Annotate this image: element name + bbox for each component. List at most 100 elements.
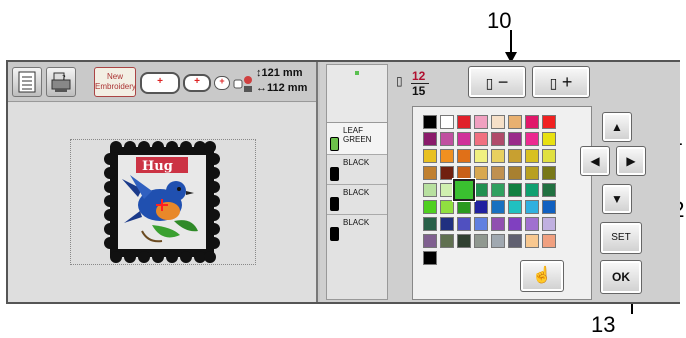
color-swatch[interactable]	[542, 149, 556, 163]
thread-row[interactable]: BLACK	[327, 155, 387, 185]
color-swatch[interactable]	[474, 166, 488, 180]
color-swatch[interactable]	[423, 200, 437, 214]
color-swatch[interactable]	[423, 217, 437, 231]
color-swatch[interactable]	[542, 132, 556, 146]
color-swatch[interactable]	[542, 183, 556, 197]
color-swatch[interactable]	[474, 217, 488, 231]
color-swatch[interactable]	[423, 115, 437, 129]
color-swatch[interactable]	[525, 217, 539, 231]
color-swatch[interactable]	[491, 132, 505, 146]
thread-row[interactable]: BLACK	[327, 185, 387, 215]
color-swatch[interactable]	[440, 115, 454, 129]
color-swatch[interactable]	[440, 234, 454, 248]
new-embroidery-button[interactable]: New Embroidery	[94, 67, 136, 97]
set-button[interactable]: SET	[600, 222, 642, 254]
hand-scroll-button[interactable]: ☝	[520, 260, 564, 292]
minus-label: −	[497, 72, 509, 92]
color-swatch[interactable]	[525, 200, 539, 214]
color-swatch[interactable]	[440, 200, 454, 214]
hoop-size-large[interactable]: +	[140, 72, 180, 94]
color-swatch[interactable]	[508, 115, 522, 129]
plus-label: +	[561, 72, 573, 92]
color-swatch[interactable]	[542, 115, 556, 129]
color-swatch[interactable]	[542, 234, 556, 248]
design-canvas[interactable]: Hug	[8, 103, 316, 302]
spool-icon: ▯	[485, 75, 494, 91]
spool-icon: ▯	[549, 75, 558, 91]
color-swatch[interactable]	[491, 115, 505, 129]
color-swatch[interactable]	[508, 200, 522, 214]
color-swatch[interactable]	[457, 217, 471, 231]
color-swatch[interactable]	[491, 234, 505, 248]
color-swatch[interactable]	[457, 200, 471, 214]
color-swatch[interactable]	[542, 217, 556, 231]
arrow-down-icon: ▼	[611, 192, 623, 206]
color-swatch[interactable]	[491, 149, 505, 163]
color-swatch[interactable]	[440, 183, 454, 197]
list-icon	[18, 71, 36, 93]
thread-row[interactable]: BLACK	[327, 215, 387, 245]
color-swatch[interactable]	[474, 132, 488, 146]
color-swatch[interactable]	[508, 217, 522, 231]
embroidery-machine-screen: ? New Embroidery + + + ↕121 mm ↔112 mm H…	[6, 60, 680, 304]
previous-color-button[interactable]: ▯ −	[468, 66, 526, 98]
move-down-button[interactable]: ▼	[602, 184, 632, 214]
thread-name: LEAF GREEN	[343, 126, 372, 144]
color-swatch[interactable]	[440, 149, 454, 163]
machine-icon: ?	[51, 72, 71, 92]
color-swatch[interactable]	[525, 183, 539, 197]
machine-settings-button[interactable]: ?	[46, 67, 76, 97]
hoop-size-small[interactable]: +	[214, 76, 230, 90]
color-swatch[interactable]	[491, 166, 505, 180]
color-swatch[interactable]	[474, 149, 488, 163]
color-swatch[interactable]	[508, 149, 522, 163]
color-swatch[interactable]	[457, 132, 471, 146]
color-swatch[interactable]	[474, 200, 488, 214]
color-swatch[interactable]	[423, 166, 437, 180]
color-swatch[interactable]	[457, 115, 471, 129]
color-swatch[interactable]	[457, 166, 471, 180]
move-up-button[interactable]: ▲	[602, 112, 632, 142]
color-swatch[interactable]	[423, 183, 437, 197]
color-counter: ▯ 12 15	[394, 68, 454, 98]
plus-icon: +	[194, 76, 200, 87]
preview-panel: ? New Embroidery + + + ↕121 mm ↔112 mm H…	[8, 62, 318, 302]
color-swatch[interactable]	[491, 217, 505, 231]
next-color-button[interactable]: ▯ +	[532, 66, 590, 98]
color-swatch[interactable]	[423, 149, 437, 163]
spool-icon	[330, 227, 339, 241]
color-swatch[interactable]	[525, 234, 539, 248]
thread-row[interactable]: LEAF GREEN	[327, 123, 387, 155]
color-swatch[interactable]	[457, 149, 471, 163]
color-swatch[interactable]	[525, 115, 539, 129]
color-swatch[interactable]	[474, 183, 488, 197]
move-right-button[interactable]: ▶	[616, 146, 646, 176]
color-swatch[interactable]	[508, 132, 522, 146]
color-swatch[interactable]	[542, 200, 556, 214]
color-swatch[interactable]	[474, 115, 488, 129]
color-swatch[interactable]	[525, 149, 539, 163]
hoop-size-medium[interactable]: +	[183, 74, 211, 92]
color-swatch[interactable]	[423, 132, 437, 146]
move-left-button[interactable]: ◀	[580, 146, 610, 176]
thread-name: BLACK	[343, 158, 370, 167]
color-swatch[interactable]	[508, 234, 522, 248]
color-swatch[interactable]	[525, 132, 539, 146]
list-view-button[interactable]	[12, 67, 42, 97]
color-swatch[interactable]	[508, 183, 522, 197]
color-swatch[interactable]	[440, 132, 454, 146]
current-thread-preview	[327, 65, 387, 123]
color-swatch[interactable]	[440, 217, 454, 231]
color-swatch[interactable]	[542, 166, 556, 180]
color-swatch[interactable]	[423, 251, 437, 265]
ok-button[interactable]: OK	[600, 260, 642, 294]
selected-color-swatch[interactable]	[453, 179, 475, 201]
color-swatch[interactable]	[423, 234, 437, 248]
color-swatch[interactable]	[474, 234, 488, 248]
color-swatch[interactable]	[491, 183, 505, 197]
color-swatch[interactable]	[508, 166, 522, 180]
color-swatch[interactable]	[457, 234, 471, 248]
color-swatch[interactable]	[440, 166, 454, 180]
color-swatch[interactable]	[525, 166, 539, 180]
color-swatch[interactable]	[491, 200, 505, 214]
